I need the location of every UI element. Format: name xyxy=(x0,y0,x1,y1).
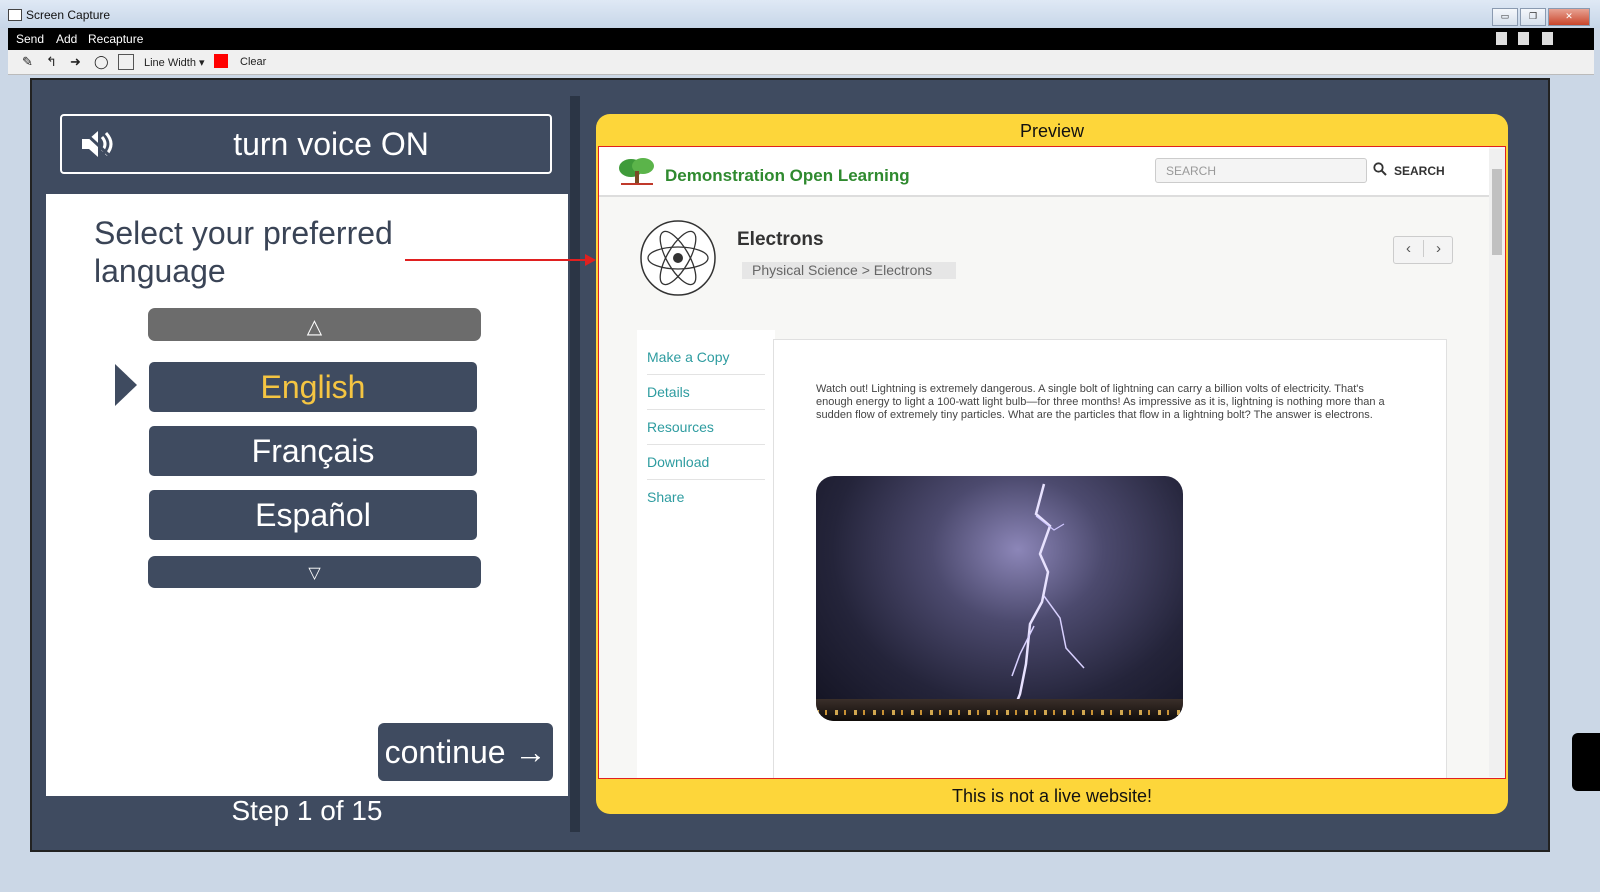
tree-logo-icon xyxy=(619,158,654,185)
scroll-down-button[interactable]: ▽ xyxy=(148,556,481,588)
pencil-icon[interactable]: ✎ xyxy=(22,54,33,70)
side-nav: Make a Copy Details Resources Download S… xyxy=(637,330,775,778)
title-bar: Screen Capture ▭ ❐ ✕ xyxy=(0,0,1600,28)
preview-scrollbar[interactable] xyxy=(1489,149,1505,777)
prev-arrow-icon[interactable]: ‹ xyxy=(1394,240,1423,257)
breadcrumb: Physical Science > Electrons xyxy=(742,262,956,279)
language-espanol[interactable]: Español xyxy=(149,490,477,540)
screen-capture-window: Screen Capture ▭ ❐ ✕ Send Add Recapture … xyxy=(0,0,1600,892)
continue-button[interactable]: continue → xyxy=(378,723,553,781)
print-icon[interactable] xyxy=(1542,32,1553,45)
clear-button[interactable]: Clear xyxy=(240,56,266,68)
preview-title: Preview xyxy=(1019,121,1085,141)
line-tool-icon[interactable]: ↰ xyxy=(46,54,57,70)
language-francais[interactable]: Français xyxy=(149,426,477,476)
nav-resources[interactable]: Resources xyxy=(647,410,765,445)
side-tab[interactable] xyxy=(1572,733,1600,791)
lightning-bolt-graphic xyxy=(1010,483,1085,715)
line-width-dropdown[interactable]: Line Width ▾ xyxy=(144,56,205,69)
article-title: Electrons xyxy=(737,229,824,250)
menu-add[interactable]: Add xyxy=(56,32,77,46)
maximize-button[interactable]: ❐ xyxy=(1520,8,1546,26)
app-icon xyxy=(8,9,22,21)
preview-disclaimer: This is not a live website! xyxy=(951,786,1153,806)
selection-pointer-icon xyxy=(115,364,137,406)
article-pager: ‹ › xyxy=(1393,236,1453,264)
scroll-up-button[interactable]: △ xyxy=(148,308,481,341)
site-header: Demonstration Open Learning SEARCH SEARC… xyxy=(599,147,1489,197)
search-button[interactable]: SEARCH xyxy=(1394,164,1445,178)
scrollbar-thumb[interactable] xyxy=(1492,169,1502,255)
next-arrow-icon[interactable]: › xyxy=(1423,240,1453,257)
upload-icon[interactable] xyxy=(1518,32,1529,45)
lightning-photo xyxy=(816,476,1183,721)
drawing-toolbar: ✎ ↰ ➜ ◯ Line Width ▾ Clear xyxy=(8,50,1594,75)
line-width-label: Line Width xyxy=(144,57,196,69)
voice-toggle-button[interactable]: turn voice ON xyxy=(60,114,552,174)
language-prompt: Select your preferred language xyxy=(94,215,393,289)
menu-send[interactable]: Send xyxy=(16,32,44,46)
menu-recapture[interactable]: Recapture xyxy=(88,32,143,46)
article-content: Watch out! Lightning is extremely danger… xyxy=(773,339,1447,778)
minimize-button[interactable]: ▭ xyxy=(1492,8,1518,26)
preview-website: Demonstration Open Learning SEARCH SEARC… xyxy=(598,146,1506,779)
window-controls: ▭ ❐ ✕ xyxy=(1492,8,1590,26)
document-icon[interactable] xyxy=(1496,32,1507,45)
search-icon[interactable] xyxy=(1373,162,1387,176)
article-paragraph: Watch out! Lightning is extremely danger… xyxy=(816,383,1385,421)
nav-details[interactable]: Details xyxy=(647,375,765,410)
circle-tool-icon[interactable]: ◯ xyxy=(94,54,109,70)
site-name: Demonstration Open Learning xyxy=(665,166,910,185)
nav-download[interactable]: Download xyxy=(647,445,765,480)
nav-share[interactable]: Share xyxy=(647,480,765,514)
annotation-arrow xyxy=(405,259,587,261)
close-button[interactable]: ✕ xyxy=(1548,8,1590,26)
arrow-tool-icon[interactable]: ➜ xyxy=(70,54,81,70)
language-english[interactable]: English xyxy=(149,362,477,412)
color-swatch[interactable] xyxy=(214,54,228,68)
annotation-arrowhead xyxy=(585,254,596,266)
step-indicator: Step 1 of 15 xyxy=(231,795,383,826)
rectangle-tool-icon[interactable] xyxy=(118,54,134,70)
city-lights xyxy=(816,710,1183,715)
nav-make-a-copy[interactable]: Make a Copy xyxy=(647,340,765,375)
voice-label: turn voice ON xyxy=(233,126,429,162)
atom-icon xyxy=(640,220,716,296)
panel-divider xyxy=(570,96,580,832)
window-title: Screen Capture xyxy=(26,8,111,22)
menu-bar: Send Add Recapture xyxy=(8,28,1594,50)
site-search-input[interactable]: SEARCH xyxy=(1155,158,1367,183)
